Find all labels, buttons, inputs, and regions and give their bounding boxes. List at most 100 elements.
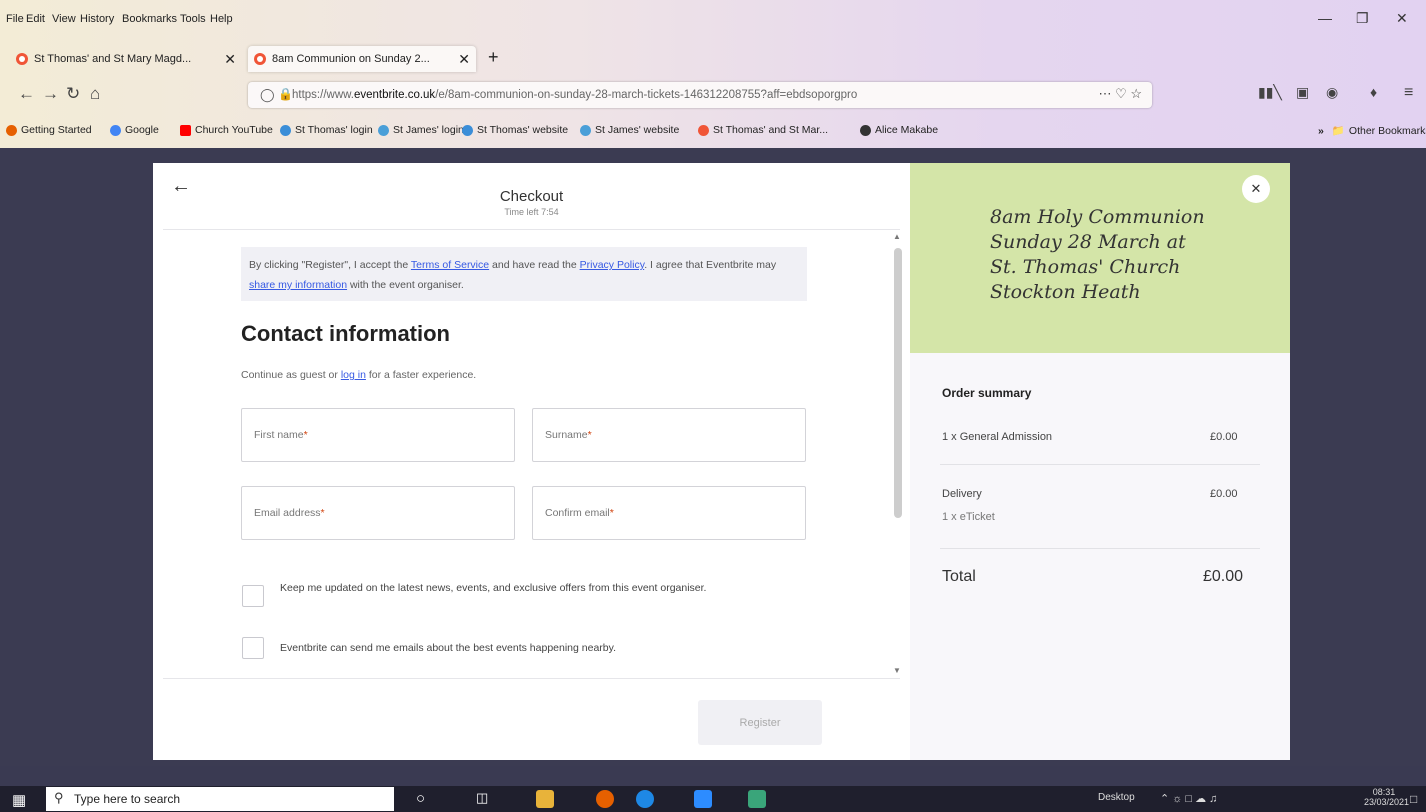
- firefox-icon: [6, 124, 17, 136]
- tab-label: St Thomas' and St Mary Magd...: [34, 53, 192, 65]
- tab-close-icon[interactable]: ✕: [224, 51, 236, 68]
- nav-toolbar: ← → ↻ ⌂ ◯ 🔒 https://www. eventbrite.co.uk…: [0, 76, 1426, 112]
- reload-icon[interactable]: ↻: [66, 84, 80, 104]
- menu-history[interactable]: History: [80, 13, 114, 25]
- bookmark-st-james-login[interactable]: St James' login: [378, 124, 464, 136]
- guest-text: Continue as guest or log in for a faster…: [241, 369, 477, 381]
- youtube-icon: [180, 124, 191, 136]
- item-label: 1 x General Admission: [942, 431, 1053, 443]
- first-name-field[interactable]: First name *: [241, 408, 515, 462]
- file-explorer-icon[interactable]: [536, 790, 554, 808]
- bookmark-st-thomas-login[interactable]: St Thomas' login: [280, 124, 373, 136]
- total-label: Total: [942, 568, 976, 585]
- task-view-icon[interactable]: ◫: [476, 790, 494, 808]
- scroll-up-icon[interactable]: ▲: [893, 232, 901, 241]
- restore-icon[interactable]: ❐: [1356, 10, 1369, 27]
- chevron-double-right-icon: »: [1318, 124, 1324, 137]
- bookmark-getting-started[interactable]: Getting Started: [6, 124, 92, 136]
- checkout-title: Checkout: [499, 188, 564, 205]
- surname-field[interactable]: Surname *: [532, 408, 806, 462]
- back-arrow-icon[interactable]: ←: [18, 84, 35, 104]
- confirm-email-field[interactable]: Confirm email *: [532, 486, 806, 540]
- terms-link[interactable]: Terms of Service: [411, 259, 489, 271]
- tab-strip: St Thomas' and St Mary Magd... ✕ 8am Com…: [0, 44, 1426, 74]
- tracking-shield-icon[interactable]: ◯: [260, 87, 275, 103]
- menu-view[interactable]: View: [52, 13, 76, 25]
- clock[interactable]: 08:31 23/03/2021: [1364, 787, 1409, 807]
- account-icon[interactable]: ◉: [1326, 84, 1338, 101]
- scroll-thumb[interactable]: [894, 248, 902, 518]
- menu-edit[interactable]: Edit: [26, 13, 45, 25]
- taskbar-search[interactable]: ⚲ Type here to search: [46, 787, 394, 811]
- login-link[interactable]: log in: [341, 369, 366, 381]
- library-icon[interactable]: ▮▮╲: [1258, 84, 1282, 101]
- eventbrite-emails-label: Eventbrite can send me emails about the …: [280, 642, 617, 654]
- site-icon: [280, 124, 291, 136]
- sidebar-icon[interactable]: ▣: [1296, 84, 1309, 101]
- other-bookmarks[interactable]: » 📁 Other Bookmarks: [1318, 124, 1426, 138]
- browser-chrome: File Edit View History Bookmarks Tools H…: [0, 0, 1426, 148]
- extension-icon[interactable]: ♦: [1370, 84, 1377, 100]
- windows-taskbar: ▦ ⚲ Type here to search ○ ◫ Desktop ⌃ ☼ …: [0, 786, 1426, 812]
- bookmark-alice-makabe[interactable]: Alice Makabe: [860, 124, 938, 136]
- organiser-updates-checkbox[interactable]: [242, 585, 264, 607]
- close-icon[interactable]: ✕: [1242, 175, 1270, 203]
- scrollbar[interactable]: ▲ ▼: [892, 230, 904, 678]
- site-icon: [580, 124, 591, 136]
- site-icon: [378, 124, 389, 136]
- zoom-icon[interactable]: [694, 790, 712, 808]
- bookmark-st-thomas-website[interactable]: St Thomas' website: [462, 124, 568, 136]
- minimize-icon[interactable]: —: [1318, 10, 1332, 26]
- tab-st-thomas[interactable]: St Thomas' and St Mary Magd... ✕: [10, 46, 242, 72]
- bookmark-st-thomas-st-mary[interactable]: St Thomas' and St Mar...: [698, 124, 828, 136]
- tab-8am-communion[interactable]: 8am Communion on Sunday 2... ✕: [248, 46, 476, 72]
- folder-icon: 📁: [1331, 125, 1345, 137]
- menu-file[interactable]: File: [6, 13, 24, 25]
- search-placeholder: Type here to search: [74, 792, 181, 806]
- bookmark-st-james-website[interactable]: St James' website: [580, 124, 679, 136]
- menu-bookmarks[interactable]: Bookmarks: [122, 13, 177, 25]
- email-field[interactable]: Email address *: [241, 486, 515, 540]
- home-icon[interactable]: ⌂: [90, 84, 100, 104]
- publisher-icon[interactable]: [748, 790, 766, 808]
- menu-help[interactable]: Help: [210, 13, 233, 25]
- terms-notice: By clicking "Register", I accept the Ter…: [241, 247, 807, 301]
- eventbrite-favicon-icon: [254, 53, 266, 65]
- windows-start-icon[interactable]: ▦: [12, 791, 26, 809]
- tray-icons[interactable]: ⌃ ☼ □ ☁ ♫: [1160, 792, 1217, 805]
- contact-heading: Contact information: [241, 321, 450, 346]
- order-summary-title: Order summary: [942, 386, 1032, 400]
- site-icon: [462, 124, 473, 136]
- desktop-toolbar[interactable]: Desktop: [1098, 792, 1135, 803]
- header-divider: [163, 229, 900, 230]
- bookmark-google[interactable]: Google: [110, 124, 159, 136]
- privacy-link[interactable]: Privacy Policy: [580, 259, 645, 271]
- footer-divider: [163, 678, 900, 679]
- tab-close-icon[interactable]: ✕: [458, 51, 470, 68]
- menu-bar: File Edit View History Bookmarks Tools H…: [0, 0, 1426, 40]
- search-icon: ⚲: [54, 790, 64, 805]
- new-tab-icon[interactable]: +: [488, 47, 499, 68]
- checkout-panel: ← Checkout Time left 7:54 By clicking "R…: [153, 163, 910, 760]
- firefox-icon[interactable]: [596, 790, 614, 808]
- eventbrite-emails-checkbox[interactable]: [242, 637, 264, 659]
- google-icon: [110, 124, 121, 136]
- notification-icon[interactable]: □: [1410, 792, 1417, 806]
- page-actions-icon[interactable]: ⋯ ♡ ☆: [1098, 86, 1142, 102]
- hamburger-menu-icon[interactable]: ≡: [1404, 84, 1413, 102]
- bookmarks-bar: Getting Started Google Church YouTube St…: [0, 118, 1426, 144]
- bookmark-church-youtube[interactable]: Church YouTube: [180, 124, 273, 136]
- close-window-icon[interactable]: ✕: [1396, 10, 1408, 27]
- lock-icon[interactable]: 🔒: [278, 87, 293, 101]
- address-bar[interactable]: ◯ 🔒 https://www. eventbrite.co.uk/e/8am-c…: [248, 82, 1152, 108]
- menu-tools[interactable]: Tools: [180, 13, 206, 25]
- summary-divider: [940, 464, 1260, 465]
- register-button[interactable]: Register: [698, 700, 822, 745]
- order-panel: 8am Holy Communion Sunday 28 March at St…: [910, 163, 1290, 760]
- mail-icon[interactable]: [636, 790, 654, 808]
- forward-arrow-icon[interactable]: →: [42, 84, 59, 104]
- share-info-link[interactable]: share my information: [249, 279, 347, 291]
- cortana-icon[interactable]: ○: [416, 790, 434, 808]
- scroll-down-icon[interactable]: ▼: [893, 666, 901, 675]
- item-price: £0.00: [1210, 431, 1238, 443]
